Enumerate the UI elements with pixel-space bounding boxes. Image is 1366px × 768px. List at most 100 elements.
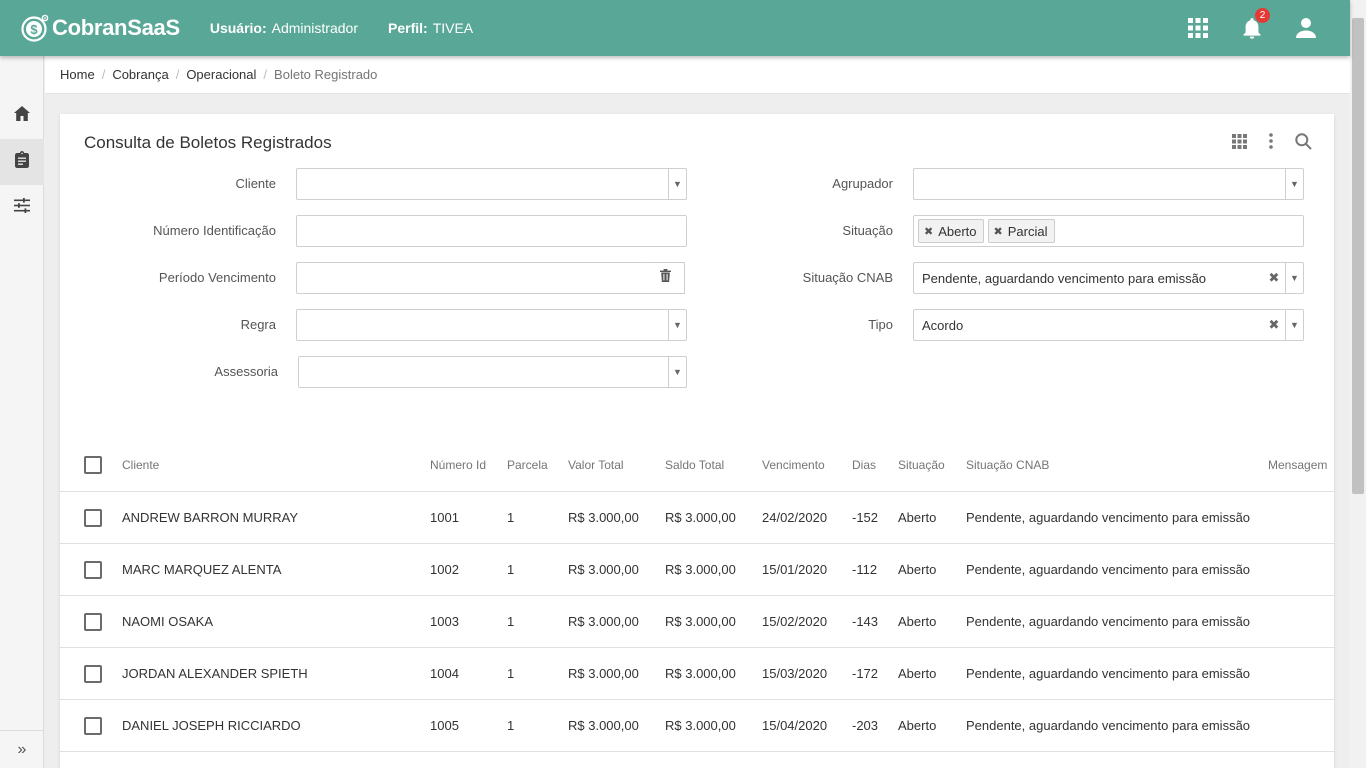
- cell-valor-total: R$ 3.000,00: [568, 510, 639, 525]
- col-cliente[interactable]: Cliente: [122, 458, 159, 472]
- table-row[interactable]: DANIEL JOSEPH RICCIARDO 1005 1 R$ 3.000,…: [60, 700, 1334, 752]
- cell-situacao-cnab: Pendente, aguardando vencimento para emi…: [966, 562, 1251, 577]
- table-row[interactable]: JORDAN ALEXANDER SPIETH 1004 1 R$ 3.000,…: [60, 648, 1334, 700]
- cell-situacao: Aberto: [898, 718, 937, 733]
- remove-chip-icon[interactable]: ✖: [924, 225, 933, 238]
- cliente-label: Cliente: [235, 176, 276, 191]
- cell-parcela: 1: [507, 614, 515, 629]
- table-row[interactable]: NAOMI OSAKA 1003 1 R$ 3.000,00 R$ 3.000,…: [60, 596, 1334, 648]
- chevron-down-icon: ▼: [1285, 310, 1303, 340]
- table-row[interactable]: ANDREW BARRON MURRAY 1001 1 R$ 3.000,00 …: [60, 492, 1334, 544]
- cell-situacao: Aberto: [898, 614, 937, 629]
- sidebar-expand-button[interactable]: »: [0, 730, 44, 768]
- col-situacao-cnab[interactable]: Situação CNAB: [966, 458, 1049, 472]
- col-vencimento[interactable]: Vencimento: [762, 458, 825, 472]
- logo-coin-icon: $: [20, 13, 50, 43]
- numero-identificacao-label: Número Identificação: [153, 223, 276, 238]
- search-icon[interactable]: [1294, 132, 1312, 150]
- tipo-select[interactable]: Acordo ✖ ▼: [913, 309, 1304, 341]
- cell-valor-total: R$ 3.000,00: [568, 666, 639, 681]
- account-icon[interactable]: [1292, 14, 1320, 42]
- situacao-cnab-select[interactable]: Pendente, aguardando vencimento para emi…: [913, 262, 1304, 294]
- row-checkbox[interactable]: [84, 665, 102, 683]
- apps-grid-icon[interactable]: [1184, 14, 1212, 42]
- scrollbar-thumb[interactable]: [1352, 18, 1364, 494]
- row-checkbox[interactable]: [84, 613, 102, 631]
- cell-dias: -112: [852, 562, 878, 577]
- chevron-down-icon: ▼: [668, 310, 686, 340]
- sidebar-item-configuracoes[interactable]: [0, 185, 44, 231]
- assessoria-select[interactable]: ▼: [298, 356, 687, 388]
- cell-situacao-cnab: Pendente, aguardando vencimento para emi…: [966, 614, 1251, 629]
- row-checkbox[interactable]: [84, 561, 102, 579]
- periodo-vencimento-label: Período Vencimento: [158, 270, 276, 285]
- situacao-label: Situação: [842, 223, 893, 238]
- col-mensagem[interactable]: Mensagem: [1268, 458, 1327, 472]
- col-parcela[interactable]: Parcela: [507, 458, 548, 472]
- cell-parcela: 1: [507, 718, 515, 733]
- cell-saldo-total: R$ 3.000,00: [665, 718, 736, 733]
- col-numero-id[interactable]: Número Id: [430, 458, 486, 472]
- cell-parcela: 1: [507, 510, 515, 525]
- chip-label: Aberto: [938, 223, 977, 239]
- sidebar-item-home[interactable]: [0, 93, 44, 139]
- row-checkbox[interactable]: [84, 509, 102, 527]
- more-vertical-icon[interactable]: [1262, 132, 1280, 150]
- svg-text:$: $: [30, 22, 38, 37]
- table-header: Cliente Número Id Parcela Valor Total Sa…: [60, 440, 1334, 492]
- regra-label: Regra: [240, 317, 276, 332]
- cell-situacao-cnab: Pendente, aguardando vencimento para emi…: [966, 666, 1251, 681]
- table-row[interactable]: MARC MARQUEZ ALENTA 1002 1 R$ 3.000,00 R…: [60, 544, 1334, 596]
- notification-badge: 2: [1255, 8, 1270, 23]
- col-dias[interactable]: Dias: [852, 458, 876, 472]
- col-situacao[interactable]: Situação: [898, 458, 945, 472]
- cell-numero-id: 1005: [430, 718, 459, 733]
- breadcrumb-cobranca[interactable]: Cobrança: [112, 67, 168, 82]
- cell-situacao: Aberto: [898, 666, 937, 681]
- row-checkbox[interactable]: [84, 717, 102, 735]
- regra-select[interactable]: ▼: [296, 309, 687, 341]
- cell-numero-id: 1004: [430, 666, 459, 681]
- situacao-chip-parcial: ✖ Parcial: [987, 219, 1055, 243]
- clear-period-button[interactable]: [647, 262, 685, 294]
- app-logo[interactable]: $ CobranSaaS: [20, 13, 180, 43]
- numero-identificacao-input[interactable]: [296, 215, 687, 247]
- page-title: Consulta de Boletos Registrados: [84, 133, 332, 152]
- cell-saldo-total: R$ 3.000,00: [665, 614, 736, 629]
- col-valor-total[interactable]: Valor Total: [568, 458, 624, 472]
- cell-valor-total: R$ 3.000,00: [568, 614, 639, 629]
- cell-vencimento: 15/03/2020: [762, 666, 828, 681]
- select-all-checkbox[interactable]: [84, 456, 102, 474]
- assessoria-label: Assessoria: [214, 364, 278, 379]
- cell-vencimento: 15/02/2020: [762, 614, 828, 629]
- col-saldo-total[interactable]: Saldo Total: [665, 458, 724, 472]
- clear-icon[interactable]: ✖: [1263, 270, 1285, 286]
- cell-situacao-cnab: Pendente, aguardando vencimento para emi…: [966, 718, 1251, 733]
- chip-label: Parcial: [1007, 223, 1048, 239]
- agrupador-select[interactable]: ▼: [913, 168, 1304, 200]
- situacao-cnab-label: Situação CNAB: [802, 270, 893, 285]
- breadcrumb-operacional[interactable]: Operacional: [186, 67, 256, 82]
- cell-dias: -152: [852, 510, 879, 525]
- page-scrollbar[interactable]: [1350, 0, 1366, 768]
- cell-saldo-total: R$ 3.000,00: [665, 666, 736, 681]
- cliente-select[interactable]: ▼: [296, 168, 687, 200]
- periodo-vencimento-input[interactable]: [296, 262, 648, 294]
- clear-icon[interactable]: ✖: [1263, 317, 1285, 333]
- bell-icon[interactable]: 2: [1238, 8, 1270, 42]
- left-sidebar: »: [0, 56, 44, 768]
- cell-vencimento: 15/01/2020: [762, 562, 828, 577]
- situacao-multiselect[interactable]: ✖ Aberto ✖ Parcial: [913, 215, 1304, 247]
- breadcrumb-home[interactable]: Home: [60, 67, 95, 82]
- cell-parcela: 1: [507, 666, 515, 681]
- remove-chip-icon[interactable]: ✖: [994, 225, 1003, 238]
- clipboard-icon: [15, 151, 29, 173]
- columns-grid-icon[interactable]: [1230, 132, 1248, 150]
- cell-situacao-cnab: Pendente, aguardando vencimento para emi…: [966, 510, 1251, 525]
- cell-vencimento: 24/02/2020: [762, 510, 828, 525]
- profile-info: Perfil: TIVEA: [388, 20, 473, 36]
- breadcrumb-current: Boleto Registrado: [274, 67, 378, 82]
- tune-sliders-icon: [14, 198, 30, 218]
- profile-value: TIVEA: [432, 20, 474, 36]
- sidebar-item-cobranca[interactable]: [0, 139, 44, 185]
